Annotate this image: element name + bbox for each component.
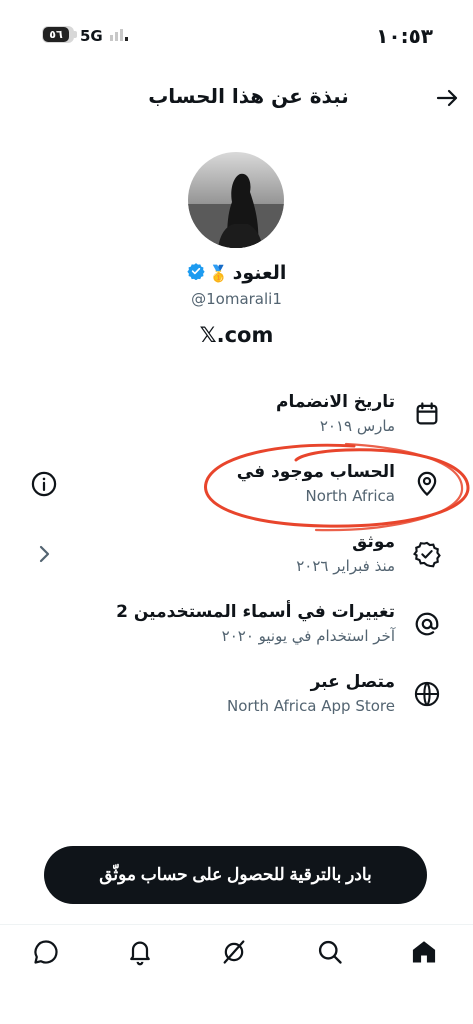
globe-icon [413,680,441,708]
profile-handle: @1omarali1 [191,290,282,308]
chevron-right-icon[interactable] [32,540,56,572]
joined-title: تاريخ الانضمام [276,392,395,412]
connected-via-title: متصل عبر [310,672,395,692]
profile-name: العنود [232,262,287,284]
profile-name-row: 🥇 العنود [0,262,473,284]
username-changes-title: 2 تغييرات في أسماء المستخدمين [116,602,395,622]
location-value: North Africa [305,487,395,505]
network-type: 5G [80,27,103,45]
search-icon[interactable] [316,938,344,966]
info-icon[interactable] [30,470,58,502]
username-last-used: آخر استخدام في يونيو ٢٠٢٠ [221,627,395,645]
connected-via-value: North Africa App Store [227,697,395,715]
grok-icon[interactable] [220,938,248,966]
signal-icon [110,29,128,41]
profile-domain: 𝕏.com [199,323,274,347]
location-pin-icon [413,470,441,498]
status-time: ١٠:٥٣ [376,24,433,48]
home-icon[interactable] [410,938,438,966]
verified-badge-icon [412,540,441,568]
at-sign-icon [413,610,441,638]
name-emoji: 🥇 [208,263,229,283]
joined-date: مارس ٢٠١٩ [319,417,395,435]
bottom-nav-divider [0,924,473,925]
back-arrow-icon[interactable] [435,86,459,114]
battery-icon: ٥٦ [42,26,77,43]
verified-icon [187,262,205,284]
calendar-icon [413,400,441,428]
battery-level: ٥٦ [43,27,69,42]
location-title: الحساب موجود في [236,462,395,482]
messages-icon[interactable] [32,938,60,966]
avatar[interactable] [188,152,284,248]
upgrade-verified-button[interactable]: بادر بالترقية للحصول على حساب موثّق [44,846,427,904]
verified-title: موثق [352,532,395,552]
page-title: نبذة عن هذا الحساب [148,84,349,108]
verified-since: منذ فبراير ٢٠٢٦ [296,557,395,575]
notifications-icon[interactable] [126,938,154,966]
